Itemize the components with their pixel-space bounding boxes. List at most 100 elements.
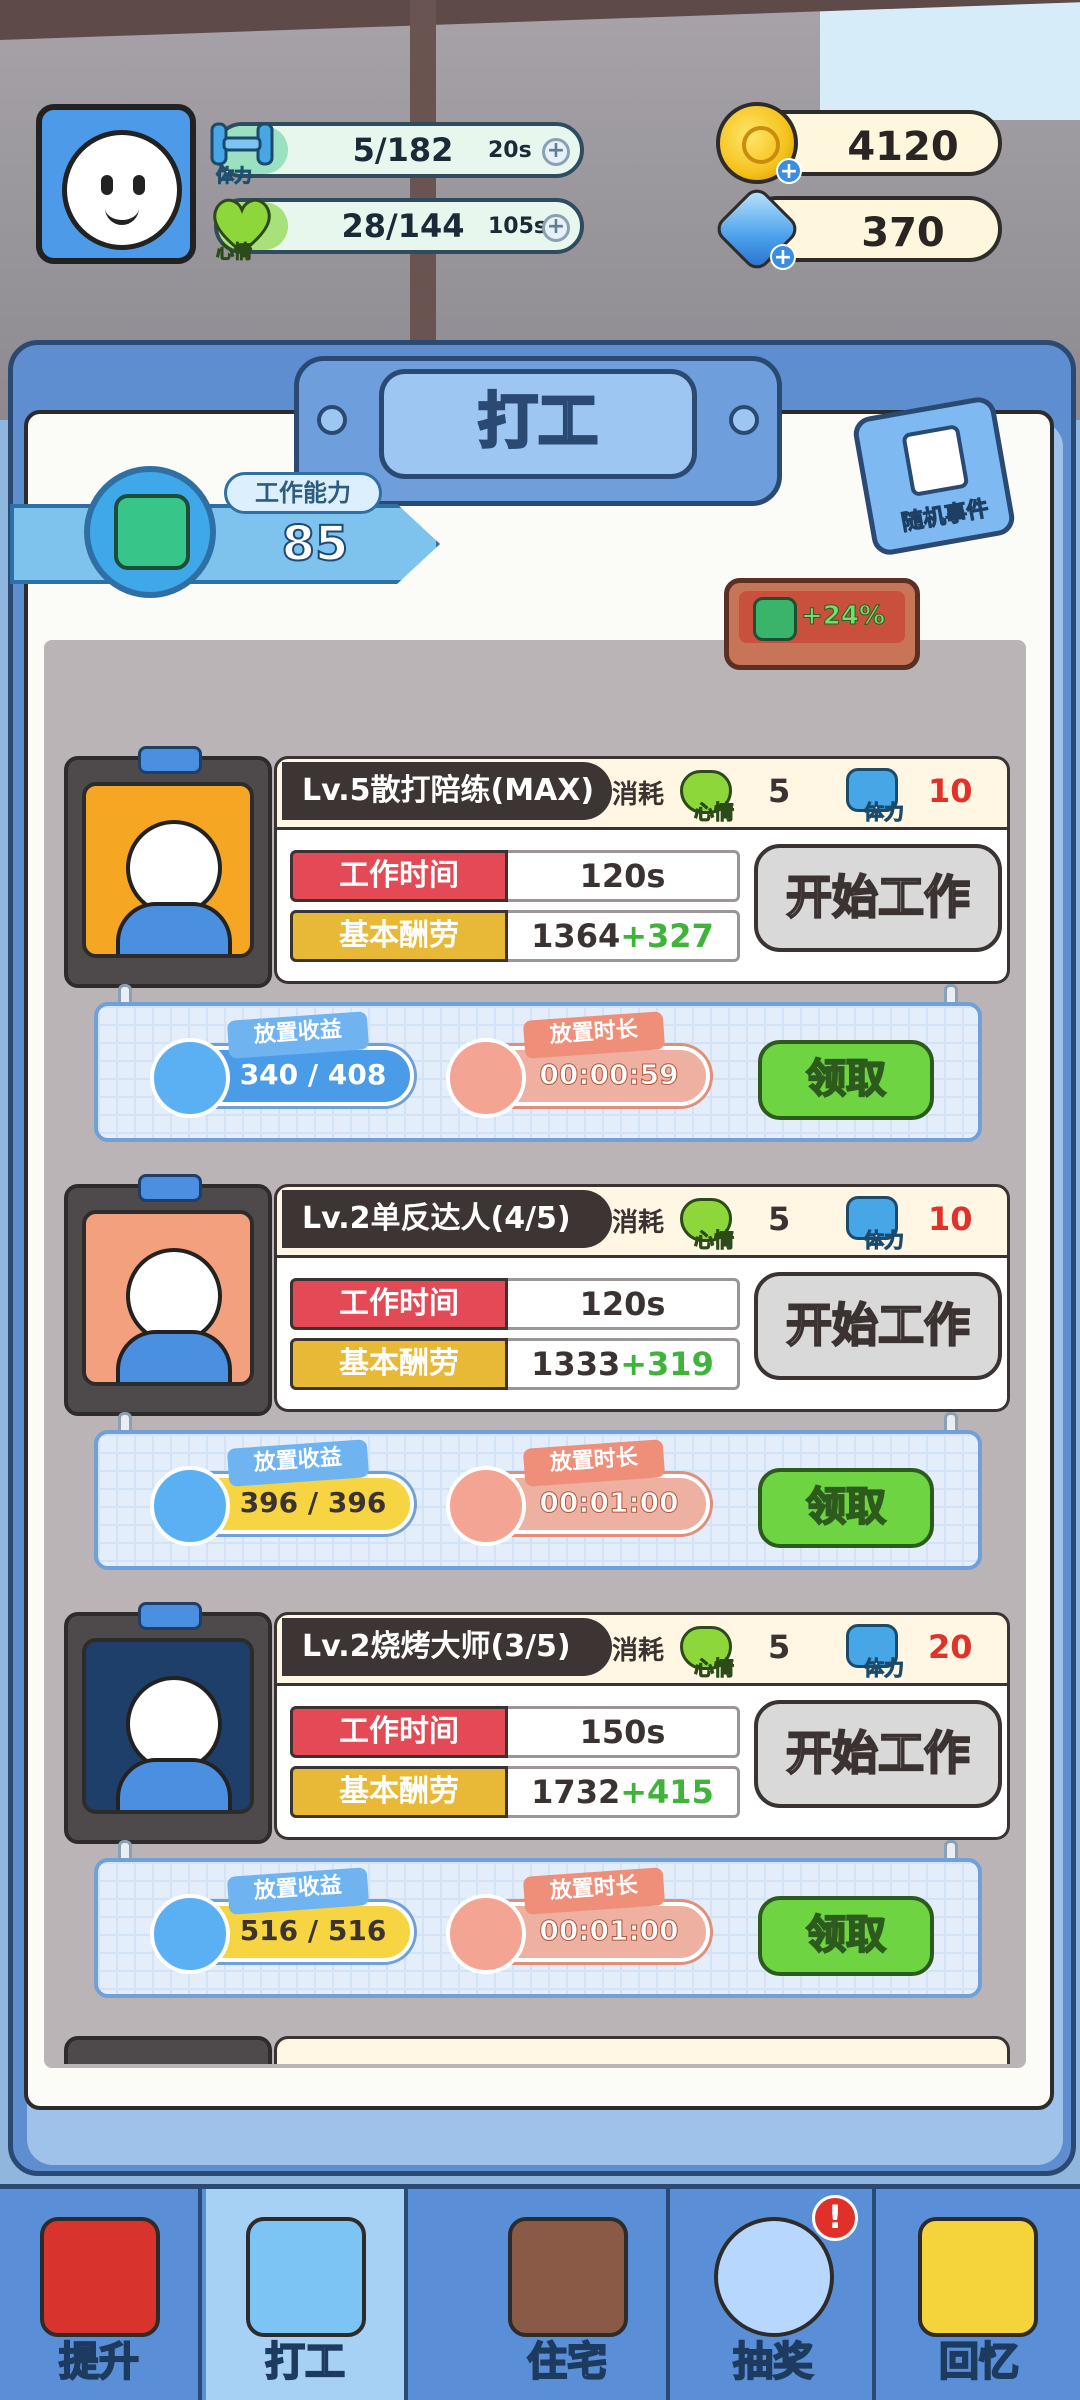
character-body bbox=[116, 1758, 232, 1810]
nav-lottery[interactable]: ! 抽奖 bbox=[674, 2189, 876, 2400]
pay-label: 基本酬劳 bbox=[290, 910, 508, 962]
stamina-cost-label: 体力 bbox=[864, 1228, 905, 1253]
nav-home[interactable]: 住宅 bbox=[468, 2189, 670, 2400]
mood-cost: 5 bbox=[768, 772, 791, 810]
stamina-cost: 20 bbox=[928, 1628, 973, 1666]
work-time-value: 150s bbox=[508, 1706, 740, 1758]
coin-up-icon bbox=[753, 597, 797, 641]
work-time-row: 工作时间 120s bbox=[290, 850, 740, 902]
avatar-eye bbox=[133, 175, 145, 195]
panel-title: 打工 bbox=[379, 369, 697, 479]
mood-cost-label: 心情 bbox=[694, 1228, 735, 1253]
pay-row: 基本酬劳 1333+319 bbox=[290, 1338, 740, 1390]
start-work-button[interactable]: 开始工作 bbox=[754, 1700, 1002, 1808]
job-portrait bbox=[82, 1210, 254, 1386]
bonus-value: +24% bbox=[800, 601, 886, 632]
bonus-badge[interactable]: +24% bbox=[724, 578, 920, 670]
cost-label: 消耗 bbox=[612, 1208, 665, 1238]
mood-value: 28/144 bbox=[341, 207, 465, 245]
idle-duration: 放置时长 00:01:00 bbox=[446, 1439, 710, 1546]
avatar-face bbox=[62, 130, 182, 250]
mood-add-button[interactable]: + bbox=[542, 214, 570, 242]
pay-value: 1364+327 bbox=[508, 910, 740, 962]
coin-value: 4120 bbox=[847, 124, 959, 170]
gem-add-button[interactable]: + bbox=[770, 244, 796, 270]
mood-cost-label: 心情 bbox=[694, 1656, 735, 1681]
screw-icon bbox=[317, 405, 347, 435]
job-title: Lv.5散打陪练(MAX) bbox=[282, 762, 612, 820]
job-portrait-card bbox=[64, 1602, 272, 1844]
mood-label: 心情 bbox=[216, 242, 253, 264]
mood-bar[interactable]: 心情 28/144 105s + bbox=[213, 198, 584, 264]
pay-bonus: +319 bbox=[620, 1345, 714, 1383]
stamina-cost-label: 体力 bbox=[864, 800, 905, 825]
avatar-mouth bbox=[105, 207, 139, 225]
work-time-value: 120s bbox=[508, 850, 740, 902]
pay-bonus: +327 bbox=[620, 917, 714, 955]
job-header bbox=[274, 2036, 1010, 2064]
start-work-button[interactable]: 开始工作 bbox=[754, 1272, 1002, 1380]
pay-label: 基本酬劳 bbox=[290, 1766, 508, 1818]
mood-cost-label: 心情 bbox=[694, 800, 735, 825]
stamina-add-button[interactable]: + bbox=[542, 138, 570, 166]
nav-work[interactable]: 打工 bbox=[206, 2189, 408, 2400]
pay-base: 1333 bbox=[531, 1345, 621, 1383]
id-badge-icon bbox=[246, 2217, 366, 2337]
idle-time-value: 00:01:00 bbox=[539, 1914, 679, 1948]
nav-memories-label: 回忆 bbox=[938, 2338, 1020, 2386]
ability-value: 85 bbox=[281, 515, 350, 573]
job-card-partial bbox=[64, 2036, 1010, 2064]
job-portrait-card bbox=[64, 1174, 272, 1416]
start-work-button[interactable]: 开始工作 bbox=[754, 844, 1002, 952]
job-portrait bbox=[82, 782, 254, 958]
clip-icon bbox=[138, 1174, 202, 1202]
stamina-cost: 10 bbox=[928, 1200, 973, 1238]
nav-home-label: 住宅 bbox=[526, 2338, 608, 2386]
random-event-button[interactable]: 随机事件 bbox=[850, 394, 1018, 558]
work-time-row: 工作时间 120s bbox=[290, 1278, 740, 1330]
idle-earnings: 放置收益 340 / 408 bbox=[150, 1011, 414, 1118]
heart-icon: 心情 bbox=[206, 188, 278, 264]
coin-add-button[interactable]: + bbox=[776, 158, 802, 184]
stamina-cost: 10 bbox=[928, 772, 973, 810]
idle-time-value: 00:00:59 bbox=[539, 1058, 679, 1092]
nav-upgrade[interactable]: 提升 bbox=[0, 2189, 202, 2400]
job-portrait-card bbox=[64, 746, 272, 988]
stamina-bar[interactable]: 体力 5/182 20s + bbox=[210, 122, 584, 188]
pay-label: 基本酬劳 bbox=[290, 1338, 508, 1390]
clip-icon bbox=[138, 746, 202, 774]
stamina-label: 体力 bbox=[216, 166, 253, 188]
ability-label: 工作能力 bbox=[224, 472, 382, 514]
work-ability: 工作能力 85 bbox=[10, 466, 440, 598]
notification-badge: ! bbox=[812, 2195, 858, 2241]
thumbs-up-icon bbox=[114, 494, 190, 570]
random-event-label: 随机事件 bbox=[899, 496, 991, 537]
job-card: Lv.5散打陪练(MAX) 消耗 心情 5 体力 10 工作时间 120s 基本… bbox=[64, 746, 1010, 1186]
stamina-cost-label: 体力 bbox=[864, 1656, 905, 1681]
gem-value: 370 bbox=[861, 210, 945, 256]
clip-icon bbox=[138, 1602, 202, 1630]
gacha-machine-icon bbox=[714, 2217, 834, 2337]
idle-earnings: 放置收益 396 / 396 bbox=[150, 1439, 414, 1546]
thumbs-up-medal-icon bbox=[84, 466, 216, 598]
claim-button[interactable]: 领取 bbox=[758, 1040, 934, 1120]
idle-duration: 放置时长 00:01:00 bbox=[446, 1867, 710, 1974]
nav-memories[interactable]: 回忆 bbox=[878, 2189, 1080, 2400]
pay-base: 1364 bbox=[531, 917, 621, 955]
job-title: Lv.2烧烤大师(3/5) bbox=[282, 1618, 612, 1676]
work-time-value: 120s bbox=[508, 1278, 740, 1330]
idle-earn-value: 516 / 516 bbox=[239, 1914, 387, 1947]
screw-icon bbox=[729, 405, 759, 435]
cost-label: 消耗 bbox=[612, 780, 665, 810]
bonus-inner: +24% bbox=[739, 591, 905, 643]
character-body bbox=[116, 1330, 232, 1382]
job-card: Lv.2单反达人(4/5) 消耗 心情 5 体力 10 工作时间 120s 基本… bbox=[64, 1174, 1010, 1614]
mood-cost: 5 bbox=[768, 1200, 791, 1238]
work-time-row: 工作时间 150s bbox=[290, 1706, 740, 1758]
nav-work-label: 打工 bbox=[264, 2338, 346, 2386]
pay-row: 基本酬劳 1364+327 bbox=[290, 910, 740, 962]
avatar-eye bbox=[101, 175, 113, 195]
player-avatar[interactable] bbox=[36, 104, 196, 264]
claim-button[interactable]: 领取 bbox=[758, 1468, 934, 1548]
claim-button[interactable]: 领取 bbox=[758, 1896, 934, 1976]
